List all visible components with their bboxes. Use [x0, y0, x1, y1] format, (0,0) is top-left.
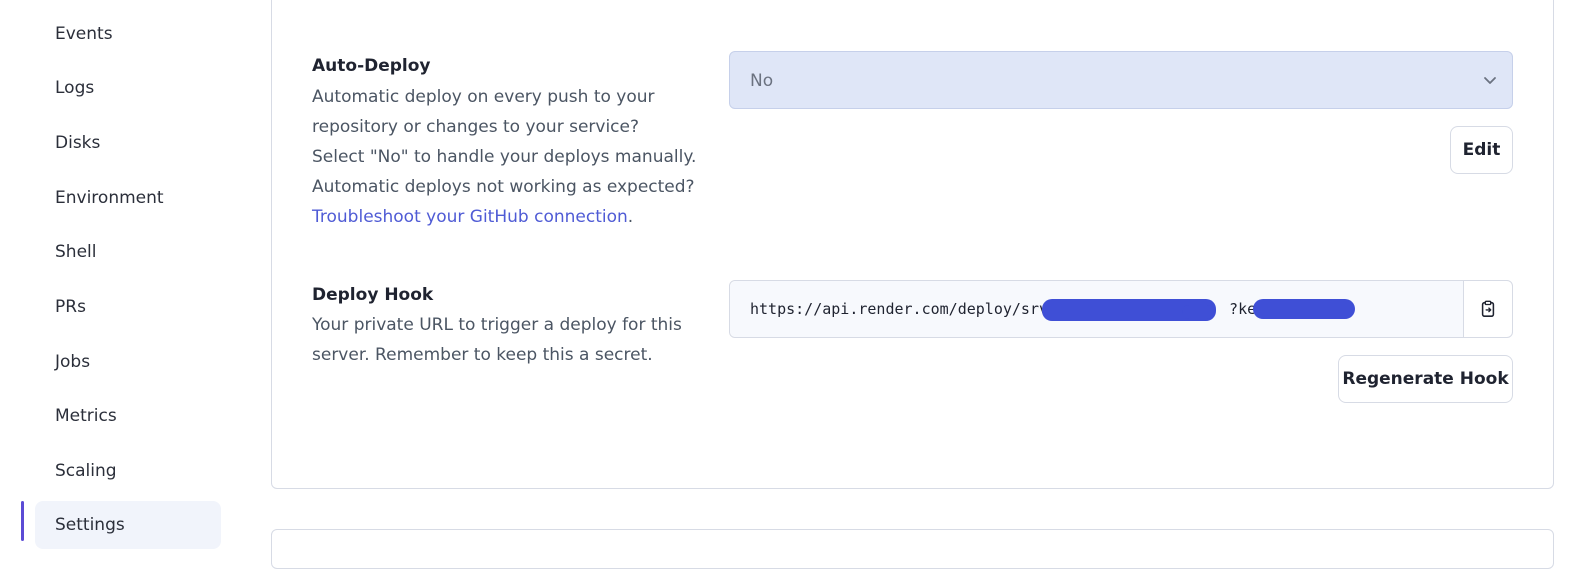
sidebar-item-events[interactable]: Events — [35, 10, 221, 58]
auto-deploy-desc-line: repository or changes to your service? — [312, 117, 640, 137]
redaction-mark — [1182, 305, 1214, 319]
troubleshoot-github-link[interactable]: Troubleshoot your GitHub connection — [312, 207, 628, 227]
auto-deploy-select[interactable]: No — [729, 51, 1513, 109]
auto-deploy-select-value: No — [750, 71, 774, 91]
clipboard-copy-icon — [1481, 300, 1495, 317]
next-settings-card — [271, 529, 1554, 569]
regenerate-hook-button[interactable]: Regenerate Hook — [1338, 355, 1513, 403]
deploy-hook-field: https://api.render.com/deploy/srv- ?key= — [729, 280, 1513, 338]
auto-deploy-desc-line: Automatic deploy on every push to your — [312, 87, 655, 107]
edit-button[interactable]: Edit — [1450, 126, 1513, 174]
auto-deploy-title: Auto-Deploy — [312, 56, 431, 76]
auto-deploy-description: Automatic deploy on every push to your r… — [312, 82, 712, 232]
sidebar-nav: Events Logs Disks Environment Shell PRs … — [0, 0, 260, 549]
sidebar-item-settings[interactable]: Settings — [35, 501, 221, 549]
sidebar-item-metrics[interactable]: Metrics — [35, 392, 221, 440]
auto-deploy-desc-line: Select "No" to handle your deploys manua… — [312, 147, 697, 167]
link-suffix: . — [627, 207, 634, 227]
sidebar-item-environment[interactable]: Environment — [35, 174, 221, 222]
sidebar-item-logs[interactable]: Logs — [35, 64, 221, 112]
active-indicator — [21, 501, 24, 541]
deploy-hook-desc-line: server. Remember to keep this a secret. — [312, 345, 653, 365]
chevron-down-icon — [1484, 77, 1496, 84]
auto-deploy-desc-line: Troubleshoot your GitHub connection. — [312, 202, 712, 232]
sidebar-item-shell[interactable]: Shell — [35, 228, 221, 276]
sidebar-item-prs[interactable]: PRs — [35, 283, 221, 331]
sidebar-item-disks[interactable]: Disks — [35, 119, 221, 167]
deploy-hook-title: Deploy Hook — [312, 285, 434, 305]
deploy-hook-description: Your private URL to trigger a deploy for… — [312, 310, 712, 370]
copy-hook-button[interactable] — [1464, 281, 1512, 337]
deploy-hook-desc-line: Your private URL to trigger a deploy for… — [312, 315, 682, 335]
sidebar-item-jobs[interactable]: Jobs — [35, 338, 221, 386]
deploy-hook-url-prefix: https://api.render.com/deploy/srv- — [750, 300, 1058, 318]
sidebar-item-scaling[interactable]: Scaling — [35, 447, 221, 495]
redaction-mark — [1253, 299, 1355, 319]
auto-deploy-desc-line: Automatic deploys not working as expecte… — [312, 177, 695, 197]
